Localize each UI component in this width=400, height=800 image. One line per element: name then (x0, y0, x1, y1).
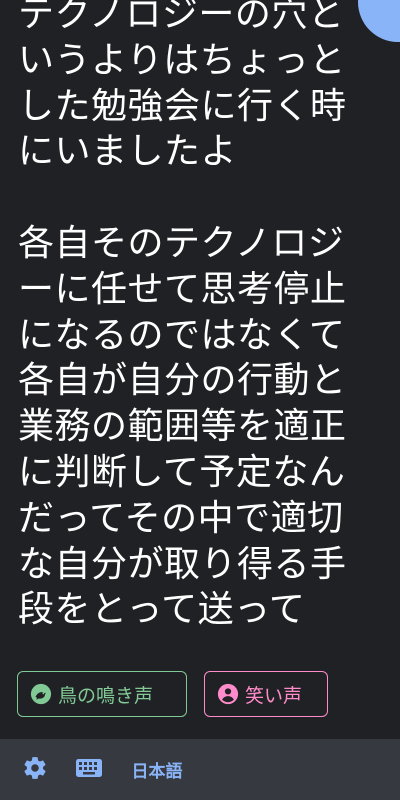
laugh-sound-label: 笑い声 (245, 684, 303, 707)
bottom-toolbar: 日本語 (0, 739, 400, 800)
transcription-screen: テクノロジーの穴というよりはちょっとした勉強会に行く時にいましたよ 各自そのテク… (0, 0, 400, 800)
bird-icon (30, 683, 52, 705)
gear-icon (22, 755, 48, 785)
person-icon (217, 683, 239, 705)
bird-sound-label: 鳥の鳴き声 (58, 684, 154, 707)
bird-sound-chip[interactable]: 鳥の鳴き声 (17, 671, 187, 717)
language-selector[interactable]: 日本語 (130, 739, 184, 800)
keyboard-icon (75, 757, 103, 783)
transcript-text: テクノロジーの穴というよりはちょっとした勉強会に行く時にいましたよ 各自そのテク… (18, 0, 347, 631)
sound-suggestions: 鳥の鳴き声 笑い声 (17, 671, 328, 717)
language-label: 日本語 (131, 762, 183, 782)
keyboard-button[interactable] (74, 739, 104, 800)
laugh-sound-chip[interactable]: 笑い声 (204, 671, 328, 717)
settings-button[interactable] (21, 739, 49, 800)
